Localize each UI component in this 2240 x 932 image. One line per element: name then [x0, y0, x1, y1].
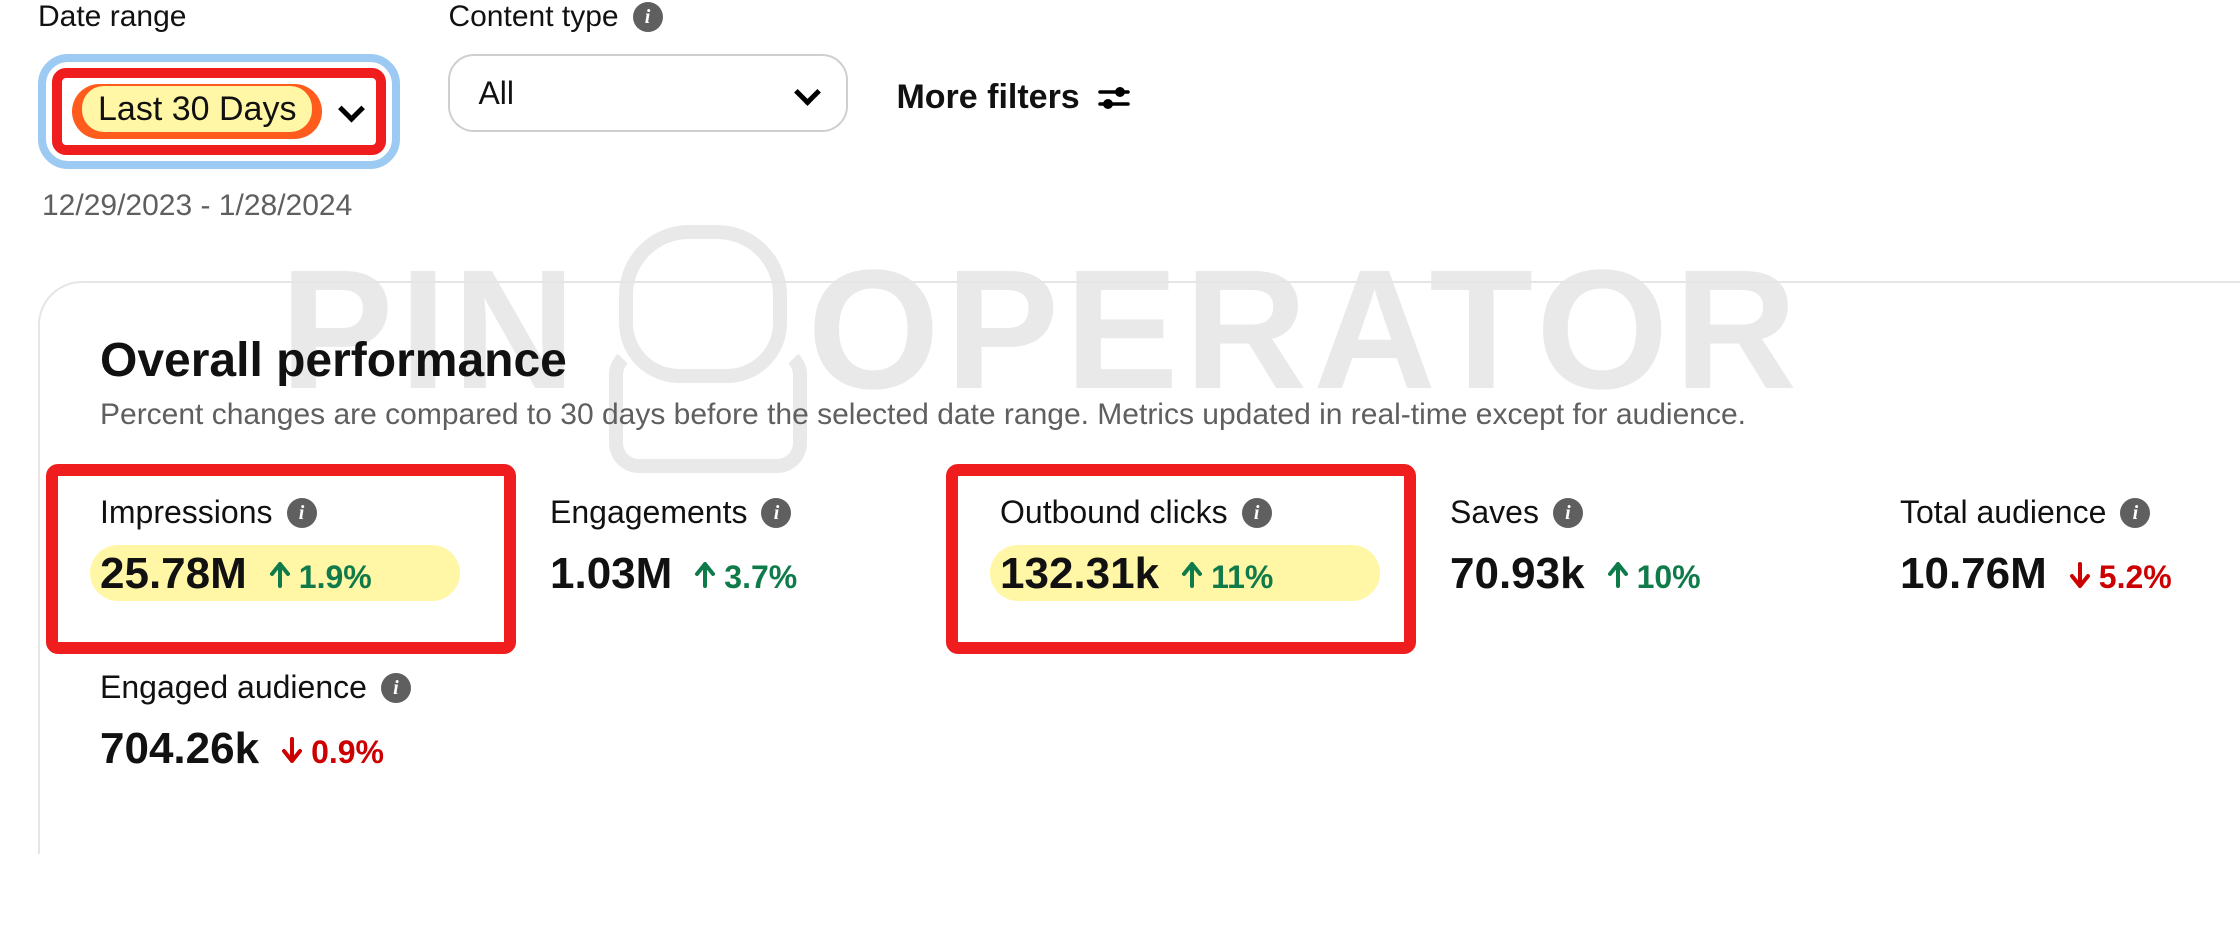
arrow-down-icon: [2069, 559, 2091, 596]
chevron-down-icon: [338, 97, 362, 121]
metrics-grid: Impressions i 25.78M 1.9% Engagements i …: [100, 494, 2230, 774]
metric-value-row: 25.78M 1.9%: [100, 549, 520, 599]
metric-label: Engagements i: [550, 494, 970, 531]
info-icon[interactable]: i: [761, 498, 791, 528]
chevron-down-icon: [794, 81, 818, 105]
metric-label: Impressions i: [100, 494, 520, 531]
metric-label: Total audience i: [1900, 494, 2240, 531]
metric-change: 5.2%: [2069, 559, 2172, 596]
metric-value: 704.26k: [100, 724, 259, 774]
metric-label: Engaged audience i: [100, 669, 520, 706]
metric-change: 0.9%: [281, 734, 384, 771]
date-range-label: Date range: [38, 0, 400, 34]
metric-change: 10%: [1607, 559, 1701, 596]
panel-subtitle: Percent changes are compared to 30 days …: [100, 398, 2230, 432]
more-filters-label: More filters: [896, 78, 1079, 117]
arrow-up-icon: [269, 559, 291, 596]
metric-value: 70.93k: [1450, 549, 1585, 599]
metric-engaged_audience[interactable]: Engaged audience i 704.26k 0.9%: [100, 669, 520, 774]
info-icon[interactable]: i: [1242, 498, 1272, 528]
metric-label: Saves i: [1450, 494, 1870, 531]
metric-value-row: 70.93k 10%: [1450, 549, 1870, 599]
arrow-down-icon: [281, 734, 303, 771]
filter-bar: Date range Last 30 Days 12/29/2023 - 1/2…: [0, 0, 2240, 223]
metric-saves[interactable]: Saves i 70.93k 10%: [1450, 494, 1870, 599]
date-range-select[interactable]: Last 30 Days: [38, 54, 400, 169]
metric-value: 1.03M: [550, 549, 672, 599]
panel-title: Overall performance: [100, 333, 2230, 388]
content-type-label: Content type i: [448, 0, 848, 34]
content-type-value: All: [478, 75, 514, 112]
arrow-up-icon: [1181, 559, 1203, 596]
sliders-icon: [1098, 84, 1130, 112]
date-range-display: 12/29/2023 - 1/28/2024: [42, 189, 400, 223]
metric-change: 3.7%: [694, 559, 797, 596]
metric-value: 25.78M: [100, 549, 247, 599]
metric-value: 10.76M: [1900, 549, 2047, 599]
metric-label: Outbound clicks i: [1000, 494, 1420, 531]
metric-value: 132.31k: [1000, 549, 1159, 599]
date-range-filter: Date range Last 30 Days 12/29/2023 - 1/2…: [38, 0, 400, 223]
arrow-up-icon: [694, 559, 716, 596]
info-icon[interactable]: i: [1553, 498, 1583, 528]
info-icon[interactable]: i: [287, 498, 317, 528]
content-type-filter: Content type i All: [448, 0, 848, 132]
metric-value-row: 10.76M 5.2%: [1900, 549, 2240, 599]
metric-engagements[interactable]: Engagements i 1.03M 3.7%: [550, 494, 970, 599]
info-icon[interactable]: i: [633, 2, 663, 32]
metric-total_audience[interactable]: Total audience i 10.76M 5.2%: [1900, 494, 2240, 599]
metric-change: 1.9%: [269, 559, 372, 596]
arrow-up-icon: [1607, 559, 1629, 596]
date-range-value: Last 30 Days: [82, 86, 312, 132]
metric-value-row: 704.26k 0.9%: [100, 724, 520, 774]
info-icon[interactable]: i: [2120, 498, 2150, 528]
metric-value-row: 132.31k 11%: [1000, 549, 1420, 599]
info-icon[interactable]: i: [381, 673, 411, 703]
metric-change: 11%: [1181, 559, 1273, 596]
overall-performance-panel: Overall performance Percent changes are …: [38, 281, 2240, 854]
metric-outbound_clicks[interactable]: Outbound clicks i 132.31k 11%: [1000, 494, 1420, 599]
metric-value-row: 1.03M 3.7%: [550, 549, 970, 599]
more-filters-button[interactable]: More filters: [896, 78, 1129, 117]
content-type-select[interactable]: All: [448, 54, 848, 132]
metric-impressions[interactable]: Impressions i 25.78M 1.9%: [100, 494, 520, 599]
